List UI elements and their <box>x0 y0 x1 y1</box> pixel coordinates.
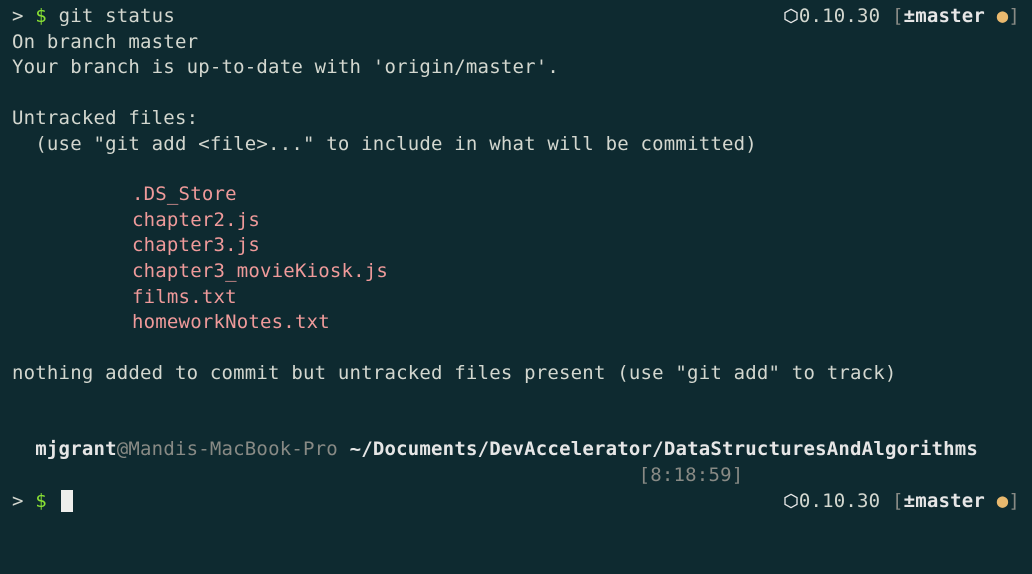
blank-line <box>12 387 1020 412</box>
list-item: .DS_Store <box>12 182 1020 208</box>
blank-line <box>12 336 1020 361</box>
prompt-arrow: > <box>12 490 35 512</box>
hexagon-icon <box>783 5 799 27</box>
untracked-hint: (use "git add <file>..." to include in w… <box>12 132 1020 158</box>
status-badge: 0.10.30 [±master ●] <box>783 4 1020 30</box>
branch-prefix: ± <box>904 490 916 512</box>
branch-prefix: ± <box>904 5 916 27</box>
version-text: 0.10.30 <box>799 5 880 27</box>
list-item: chapter3.js <box>12 233 1020 259</box>
ps1-second-line: [8:18:59] <box>12 463 1020 489</box>
ps1-host: Mandis-MacBook-Pro <box>128 438 338 460</box>
prompt-line-last: > $ 0.10.30 [±master ●] <box>12 489 1020 515</box>
ps1-line: mjgrant@Mandis-MacBook-Pro ~/Documents/D… <box>12 412 1020 463</box>
dirty-dot-icon: ● <box>985 490 1008 512</box>
version-text: 0.10.30 <box>799 490 880 512</box>
up-to-date-line: Your branch is up-to-date with 'origin/m… <box>12 55 1020 81</box>
prompt-arrow: > <box>12 5 35 27</box>
bracket-open: [ <box>880 5 903 27</box>
blank-line <box>12 157 1020 182</box>
ps1-time: [8:18:59] <box>639 464 744 486</box>
on-branch-line: On branch master <box>12 30 1020 56</box>
ps1-at: @ <box>117 438 129 460</box>
prompt-dollar: $ <box>35 490 58 512</box>
hexagon-icon <box>783 490 799 512</box>
ps1-space <box>338 438 350 460</box>
untracked-header: Untracked files: <box>12 106 1020 132</box>
branch-name: master <box>915 5 985 27</box>
ps1-user: mjgrant <box>35 438 116 460</box>
list-item: chapter3_movieKiosk.js <box>12 259 1020 285</box>
bracket-open: [ <box>880 490 903 512</box>
bracket-close: ] <box>1008 5 1020 27</box>
status-badge: 0.10.30 [±master ●] <box>783 489 1020 515</box>
bracket-close: ] <box>1008 490 1020 512</box>
dirty-dot-icon: ● <box>985 5 1008 27</box>
branch-name: master <box>915 490 985 512</box>
blank-line <box>12 81 1020 106</box>
list-item: chapter2.js <box>12 208 1020 234</box>
list-item: films.txt <box>12 285 1020 311</box>
list-item: homeworkNotes.txt <box>12 310 1020 336</box>
ps1-path-tilde: ~ <box>350 438 362 460</box>
untracked-file-list: .DS_Store chapter2.js chapter3.js chapte… <box>12 182 1020 336</box>
cursor[interactable] <box>61 490 73 512</box>
prompt-dollar: $ <box>35 5 58 27</box>
command-text[interactable]: git status <box>59 5 175 27</box>
prompt-line-1: > $ git status 0.10.30 [±master ●] <box>12 4 1020 30</box>
ps1-path: /Documents/DevAccelerator/DataStructures… <box>361 438 978 460</box>
nothing-added-line: nothing added to commit but untracked fi… <box>12 361 1020 387</box>
